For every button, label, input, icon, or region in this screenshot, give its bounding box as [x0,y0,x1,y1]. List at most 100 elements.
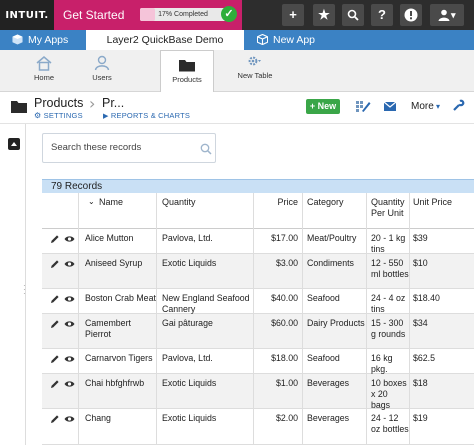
tab-new-app-label: New App [273,34,316,46]
column-header-name[interactable]: Name [99,197,123,208]
view-icon[interactable] [64,355,75,365]
chevron-right-icon: ▶ [103,113,109,120]
breadcrumb-current[interactable]: Pr... [102,96,124,110]
breadcrumb-separator: › [89,94,96,113]
star-icon: ★ [318,7,330,22]
edit-icon[interactable] [50,414,60,426]
users-icon [94,55,110,71]
record-search [42,133,216,163]
cell-unit-price: $62.5 [413,353,436,363]
column-header-price[interactable]: Price [252,197,298,208]
column-header-quantity-per-unit[interactable]: Quantity Per Unit [371,197,409,219]
nav-home[interactable]: Home [26,53,62,89]
cell-quantity-per-unit: 20 - 1 kg tins [371,233,406,254]
cell-unit-price: $18 [413,378,428,388]
page-title[interactable]: Products [34,96,83,110]
search-icon [347,9,359,21]
cell-quantity: Pavlova, Ltd. [162,353,213,363]
help-icon: ? [378,7,386,22]
view-icon[interactable] [64,235,75,245]
new-record-button[interactable]: + New [306,99,340,114]
cell-name: Camembert Pierrot [85,318,131,339]
alert-icon [404,8,418,22]
cell-unit-price: $10 [413,258,428,268]
cell-category: Dairy Products [307,318,365,328]
column-divider [156,193,157,445]
cell-category: Seafood [307,353,340,363]
cell-quantity: Exotic Liquids [162,413,217,423]
cell-category: Beverages [307,378,350,388]
cell-name: Alice Mutton [85,233,134,243]
view-icon[interactable] [64,380,75,390]
cell-price: $2.00 [275,413,298,423]
get-started-label: Get Started [63,8,125,22]
search-icon[interactable] [200,143,212,155]
search-input[interactable] [51,142,191,153]
favorites-button[interactable]: ★ [313,4,335,26]
grid-edit-icon[interactable] [355,99,371,113]
cell-name: Chai hbfghfrwb [85,378,145,388]
edit-icon[interactable] [50,294,60,306]
edit-icon[interactable] [50,379,60,391]
cell-quantity: Exotic Liquids [162,258,217,268]
help-button[interactable]: ? [371,4,393,26]
column-divider [253,193,254,445]
record-count: 79 Records [51,181,103,192]
cell-quantity-per-unit: 12 - 550 ml bottles [371,258,409,279]
cell-quantity: Exotic Liquids [162,378,217,388]
chevron-down-icon: ▾ [451,10,456,20]
alerts-button[interactable] [400,4,422,26]
tab-my-apps[interactable]: My Apps [12,30,68,50]
tab-new-app[interactable]: New App [257,30,315,50]
view-icon[interactable] [64,415,75,425]
collapse-toggle[interactable] [8,138,20,150]
cell-unit-price: $39 [413,233,428,243]
nav-products-label: Products [172,75,202,84]
chevron-down-icon: ▾ [433,102,441,111]
wrench-icon[interactable] [452,99,465,112]
edit-icon[interactable] [50,259,60,271]
cell-category: Meat/Poultry [307,233,357,243]
cell-name: Boston Crab Meat [85,293,156,303]
more-label: More [411,101,434,112]
view-icon[interactable] [64,320,75,330]
user-menu-button[interactable]: ▾ [430,4,464,26]
cube-icon [257,34,268,45]
cell-unit-price: $34 [413,318,428,328]
cell-price: $3.00 [275,258,298,268]
column-header-quantity[interactable]: Quantity [162,197,196,208]
add-button[interactable]: + [282,4,304,26]
left-rail: · · · [0,124,26,445]
column-divider [366,193,367,445]
nav-products[interactable]: Products [160,50,214,93]
reports-link[interactable]: ▶ REPORTS & CHARTS [103,111,190,120]
view-icon[interactable] [64,260,75,270]
cell-unit-price: $18.40 [413,293,440,303]
edit-icon[interactable] [50,319,60,331]
nav-users[interactable]: Users [84,53,120,89]
cell-price: $1.00 [275,378,298,388]
cell-name: Chang [85,413,111,423]
sort-desc-icon[interactable]: ⌄ [88,197,95,206]
nav-new-table[interactable]: New Table [232,53,278,89]
tab-current-app[interactable]: Layer2 QuickBase Demo [86,30,244,50]
email-icon[interactable] [383,99,397,113]
cell-name: Carnarvon Tigers [85,353,153,363]
edit-icon[interactable] [50,354,60,366]
tab-current-app-label: Layer2 QuickBase Demo [106,34,224,46]
get-started-panel[interactable]: Get Started 17% Completed ✓ [54,0,242,30]
resize-handle[interactable]: · · · [23,282,29,298]
gear-icon [248,56,261,66]
intuit-logo[interactable]: INTUIT. [0,0,54,30]
cube-icon [12,34,23,45]
settings-link[interactable]: ⚙ SETTINGS [34,111,83,120]
column-header-unit-price[interactable]: Unit Price [413,197,452,208]
global-search-button[interactable] [342,4,364,26]
edit-icon[interactable] [50,234,60,246]
page-header: Products › Pr... ⚙ SETTINGS ▶ REPORTS & … [0,92,474,124]
view-icon[interactable] [64,295,75,305]
column-header-category[interactable]: Category [307,197,344,208]
add-icon: + [289,7,297,22]
progress-bar: 17% Completed [140,8,226,21]
more-menu[interactable]: More ▾ [411,101,440,112]
